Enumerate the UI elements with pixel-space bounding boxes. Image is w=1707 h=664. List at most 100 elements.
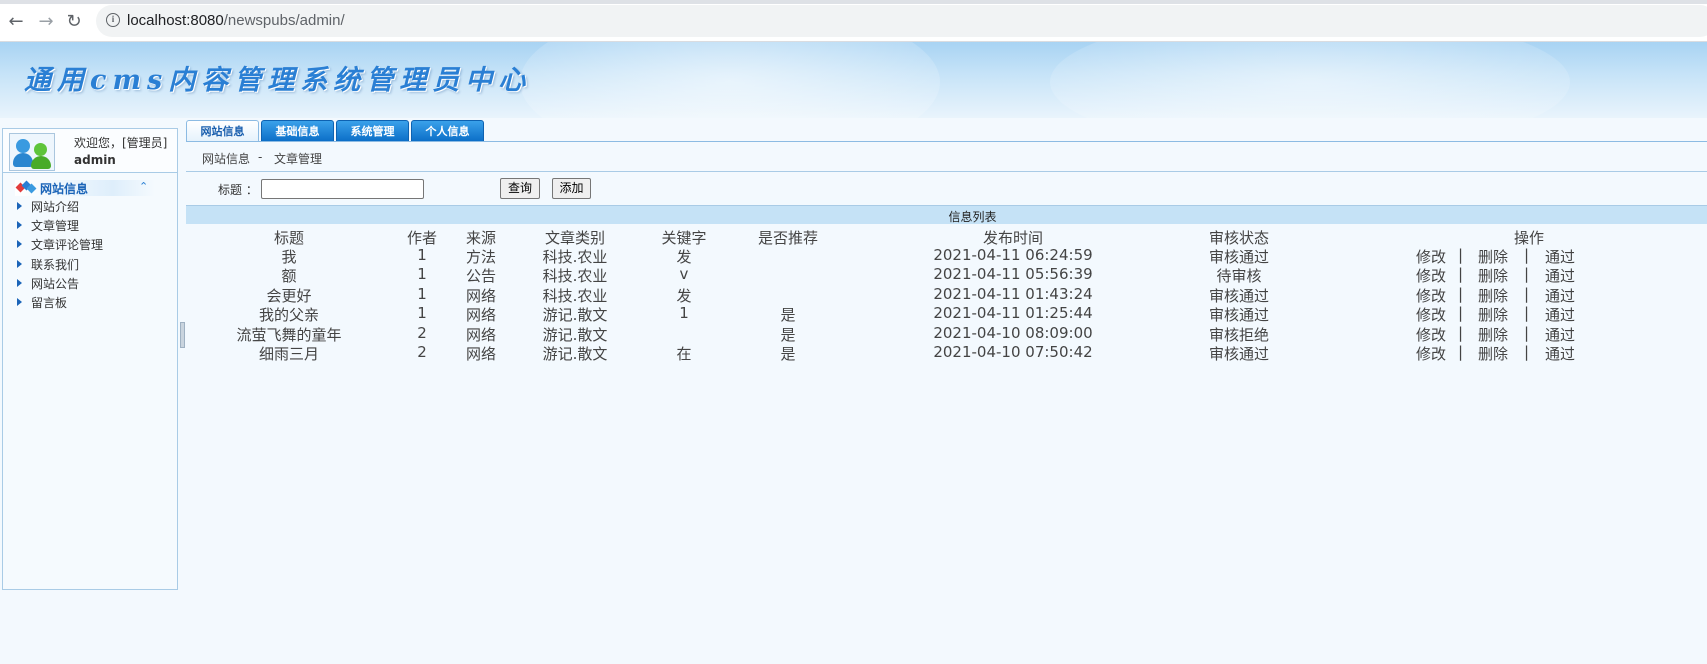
reload-icon[interactable]: ↻ [64,12,84,32]
cell-title: 额 [281,267,297,286]
breadcrumb-parent: 网站信息 [202,152,251,166]
cell-source: 公告 [465,267,497,286]
sidebar-item-label: 网站介绍 [31,200,80,214]
edit-link[interactable]: 修改 [1416,304,1446,325]
cell-publish-time: 2021-04-11 05:56:39 [933,265,1093,284]
sidebar-item-label: 文章管理 [31,219,80,233]
column-header-publish-time: 发布时间 [982,229,1044,247]
edit-link[interactable]: 修改 [1416,285,1446,306]
delete-link[interactable]: 删除 [1478,246,1508,267]
banner-title: 通用cms内容管理系统管理员中心 [24,65,532,96]
cell-status: 审核拒绝 [1208,325,1270,344]
forward-arrow-icon[interactable]: → [36,12,56,32]
column-header-title: 标题 [273,229,305,247]
cell-author: 1 [417,284,427,303]
approve-link[interactable]: 通过 [1545,304,1575,325]
username: admin [74,153,116,167]
list-title: 信息列表 [948,210,997,224]
cell-title: 细雨三月 [258,345,320,363]
cell-category: 游记.散文 [542,325,608,344]
action-separator: | [1458,284,1464,303]
header-banner: 通用cms内容管理系统管理员中心 [0,42,1707,118]
edit-link[interactable]: 修改 [1416,246,1446,267]
cell-author: 1 [417,246,427,264]
edit-link[interactable]: 修改 [1416,265,1446,286]
cell-category: 游记.散文 [542,345,608,363]
sidebar-section-website-info[interactable]: 网站信息 ⌃ [15,180,155,196]
delete-link[interactable]: 删除 [1478,324,1508,345]
cell-status: 待审核 [1216,267,1262,286]
edit-link[interactable]: 修改 [1416,343,1446,364]
tab-website-info[interactable]: 网站信息 [186,120,259,143]
sidebar: 欢迎您，[管理员] admin 网站信息 ⌃ 网站介绍 文章管理 文章评论管理 … [2,128,178,590]
triangle-right-icon [17,240,22,248]
cell-source: 网络 [465,286,497,305]
cell-publish-time: 2021-04-11 06:24:59 [933,246,1093,264]
column-header-status: 审核状态 [1208,229,1270,247]
cell-recommend: 是 [780,345,796,363]
cell-keyword: 在 [676,345,692,363]
column-header-source: 来源 [465,229,497,247]
tab-personal-info[interactable]: 个人信息 [411,120,484,142]
address-url[interactable]: localhost:8080/newspubs/admin/ [127,12,345,29]
sidebar-item-label: 文章评论管理 [31,238,104,252]
triangle-right-icon [17,279,22,287]
cell-title: 我 [281,248,297,266]
action-separator: | [1458,304,1464,323]
cell-status: 审核通过 [1208,345,1270,363]
add-button[interactable]: 添加 [552,178,591,199]
cell-keyword: 发 [676,248,692,266]
back-arrow-icon[interactable]: ← [6,12,26,32]
tab-system-manage[interactable]: 系统管理 [336,120,409,142]
title-search-input[interactable] [261,179,424,199]
delete-link[interactable]: 删除 [1478,265,1508,286]
cell-source: 方法 [465,248,497,266]
sidebar-splitter-handle[interactable] [180,322,185,348]
cell-source: 网络 [465,306,497,325]
list-title-bar: 信息列表 [186,205,1707,224]
avatar-icon [9,133,55,171]
approve-link[interactable]: 通过 [1545,343,1575,364]
cell-title: 我的父亲 [258,306,320,325]
url-path: /newspubs/admin/ [223,12,345,29]
browser-toolbar: ← → ↻ i localhost:8080/newspubs/admin/ [0,0,1707,42]
cell-category: 科技.农业 [542,286,608,305]
edit-link[interactable]: 修改 [1416,324,1446,345]
cell-recommend: 是 [780,325,796,344]
delete-link[interactable]: 删除 [1478,285,1508,306]
cell-source: 网络 [465,325,497,344]
cell-publish-time: 2021-04-11 01:43:24 [933,284,1093,303]
breadcrumb-separator: - [258,150,263,164]
query-button[interactable]: 查询 [500,178,540,199]
cell-keyword: 发 [676,286,692,305]
collapse-icon[interactable]: ⌃ [139,180,148,193]
site-info-icon[interactable]: i [106,13,120,27]
column-header-author: 作者 [406,229,438,247]
action-separator: | [1458,343,1464,361]
delete-link[interactable]: 删除 [1478,304,1508,325]
approve-link[interactable]: 通过 [1545,265,1575,286]
approve-link[interactable]: 通过 [1545,324,1575,345]
page-background [0,118,1707,664]
action-separator: | [1524,265,1530,284]
action-separator: | [1458,265,1464,284]
approve-link[interactable]: 通过 [1545,285,1575,306]
tab-basic-info[interactable]: 基础信息 [261,120,334,142]
action-separator: | [1524,304,1530,323]
tab-strip-edge [0,0,1707,4]
delete-link[interactable]: 删除 [1478,343,1508,364]
action-separator: | [1458,246,1464,264]
cell-author: 2 [417,323,427,342]
cell-category: 科技.农业 [542,248,608,266]
breadcrumb-current: 文章管理 [274,152,323,166]
cell-keyword: 1 [679,304,689,323]
action-separator: | [1458,323,1464,342]
cell-author: 1 [417,304,427,323]
sidebar-item-label: 联系我们 [31,258,80,272]
cell-author: 2 [417,343,427,361]
triangle-right-icon [17,260,22,268]
welcome-text: 欢迎您，[管理员] [74,136,168,150]
cell-author: 1 [417,265,427,284]
address-bar[interactable]: i localhost:8080/newspubs/admin/ [96,5,1707,37]
approve-link[interactable]: 通过 [1545,246,1575,267]
